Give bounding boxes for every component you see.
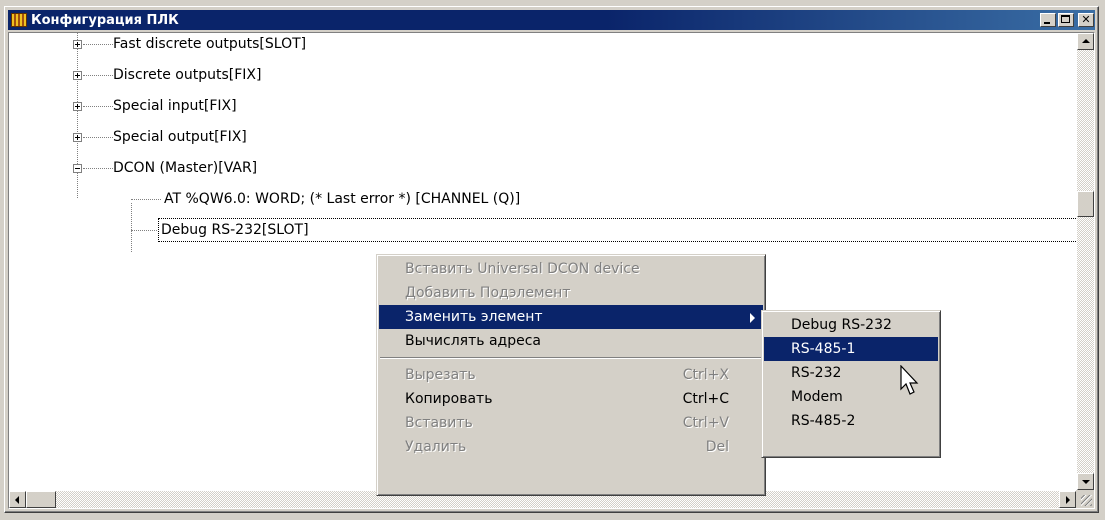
menu-item-label: Вырезать	[405, 367, 476, 383]
arrow-right-icon	[1066, 496, 1070, 504]
menu-item-insert-dcon[interactable]: Вставить Universal DCON device	[379, 257, 763, 281]
menu-item-replace-element[interactable]: Заменить элемент	[379, 305, 763, 329]
submenu-item-rs485-1[interactable]: RS-485-1	[764, 337, 938, 361]
menu-item-label: Modem	[791, 389, 843, 405]
menu-item-label: Вставить	[405, 415, 473, 431]
minimize-icon	[1044, 22, 1050, 24]
arrow-up-icon	[1082, 39, 1090, 43]
menu-item-label: RS-485-2	[791, 413, 856, 429]
submenu-arrow-icon	[750, 313, 755, 323]
close-icon: ✕	[1081, 13, 1091, 26]
app-icon	[11, 13, 27, 27]
tree-item-label: Fast discrete outputs[SLOT]	[113, 36, 307, 52]
menu-item-copy[interactable]: Копировать Ctrl+C	[379, 387, 763, 411]
minimize-button[interactable]	[1040, 13, 1056, 27]
tree-item[interactable]: Special output[FIX]	[9, 126, 1009, 148]
shortcut-label: Del	[705, 439, 729, 455]
menu-item-delete[interactable]: Удалить Del	[379, 435, 763, 459]
maximize-icon	[1061, 15, 1070, 23]
tree-item[interactable]: Debug RS-232[SLOT]	[9, 218, 1080, 242]
tree-item[interactable]: Discrete outputs[FIX]	[9, 64, 1009, 86]
arrow-down-icon	[1082, 480, 1090, 484]
tree-connector	[131, 230, 157, 231]
tree-item-label-focused: Debug RS-232[SLOT]	[158, 218, 1080, 242]
shortcut-label: Ctrl+X	[682, 367, 729, 383]
submenu-item-rs485-2[interactable]: RS-485-2	[764, 409, 938, 433]
tree-item[interactable]: Special input[FIX]	[9, 95, 1009, 117]
menu-item-label: Копировать	[405, 391, 493, 407]
shortcut-label: Ctrl+V	[682, 415, 729, 431]
menu-item-add-subelement[interactable]: Добавить Подэлемент	[379, 281, 763, 305]
tree-connector	[131, 199, 161, 200]
tree-item[interactable]: DCON (Master)[VAR]	[9, 157, 1009, 179]
expand-icon[interactable]	[73, 133, 82, 142]
scroll-thumb-horizontal[interactable]	[26, 491, 56, 508]
scroll-thumb[interactable]	[1077, 191, 1094, 217]
tree-item-label: Special output[FIX]	[113, 129, 247, 145]
scroll-right-button[interactable]	[1059, 491, 1076, 508]
tree-connector	[83, 75, 113, 76]
tree-connector	[83, 137, 113, 138]
tree-connector	[83, 44, 113, 45]
window-title: Конфигурация ПЛК	[31, 12, 179, 28]
menu-item-cut[interactable]: Вырезать Ctrl+X	[379, 363, 763, 387]
close-button[interactable]: ✕	[1078, 13, 1094, 27]
scroll-up-button[interactable]	[1077, 33, 1094, 50]
tree-item-label: AT %QW6.0: WORD; (* Last error *) [CHANN…	[164, 191, 521, 207]
tree-item-label: Special input[FIX]	[113, 98, 237, 114]
tree-connector	[83, 106, 113, 107]
expand-icon[interactable]	[73, 102, 82, 111]
menu-item-label: Вставить Universal DCON device	[405, 261, 640, 277]
tree-item[interactable]: AT %QW6.0: WORD; (* Last error *) [CHANN…	[9, 188, 1009, 210]
menu-item-label: RS-485-1	[791, 341, 856, 357]
scroll-left-button[interactable]	[9, 491, 26, 508]
title-bar[interactable]: Конфигурация ПЛК ✕	[8, 10, 1095, 30]
vertical-scrollbar[interactable]	[1077, 33, 1094, 490]
menu-item-calculate-addresses[interactable]: Вычислять адреса	[379, 329, 763, 353]
tree-item[interactable]: Fast discrete outputs[SLOT]	[9, 33, 1009, 55]
arrow-left-icon	[15, 496, 19, 504]
scroll-down-button[interactable]	[1077, 473, 1094, 490]
submenu-item-debug-rs232[interactable]: Debug RS-232	[764, 313, 938, 337]
maximize-button[interactable]	[1058, 13, 1074, 27]
collapse-icon[interactable]	[73, 164, 82, 173]
mouse-pointer-icon	[900, 365, 919, 395]
menu-item-label: Добавить Подэлемент	[405, 285, 571, 301]
menu-item-label: Удалить	[405, 439, 467, 455]
menu-item-paste[interactable]: Вставить Ctrl+V	[379, 411, 763, 435]
menu-item-label: Debug RS-232	[791, 317, 892, 333]
menu-item-label: Вычислять адреса	[405, 333, 541, 349]
menu-item-label: RS-232	[791, 365, 842, 381]
tree-item-label: Discrete outputs[FIX]	[113, 67, 262, 83]
size-grip[interactable]	[1076, 490, 1094, 508]
expand-icon[interactable]	[73, 71, 82, 80]
menu-item-label: Заменить элемент	[405, 309, 543, 325]
tree-item-label: DCON (Master)[VAR]	[113, 160, 258, 176]
grip-icon	[1081, 495, 1092, 506]
context-menu: Вставить Universal DCON device Добавить …	[376, 254, 766, 496]
expand-icon[interactable]	[73, 40, 82, 49]
shortcut-label: Ctrl+C	[682, 391, 729, 407]
menu-separator	[380, 357, 762, 359]
tree-connector	[83, 168, 113, 169]
